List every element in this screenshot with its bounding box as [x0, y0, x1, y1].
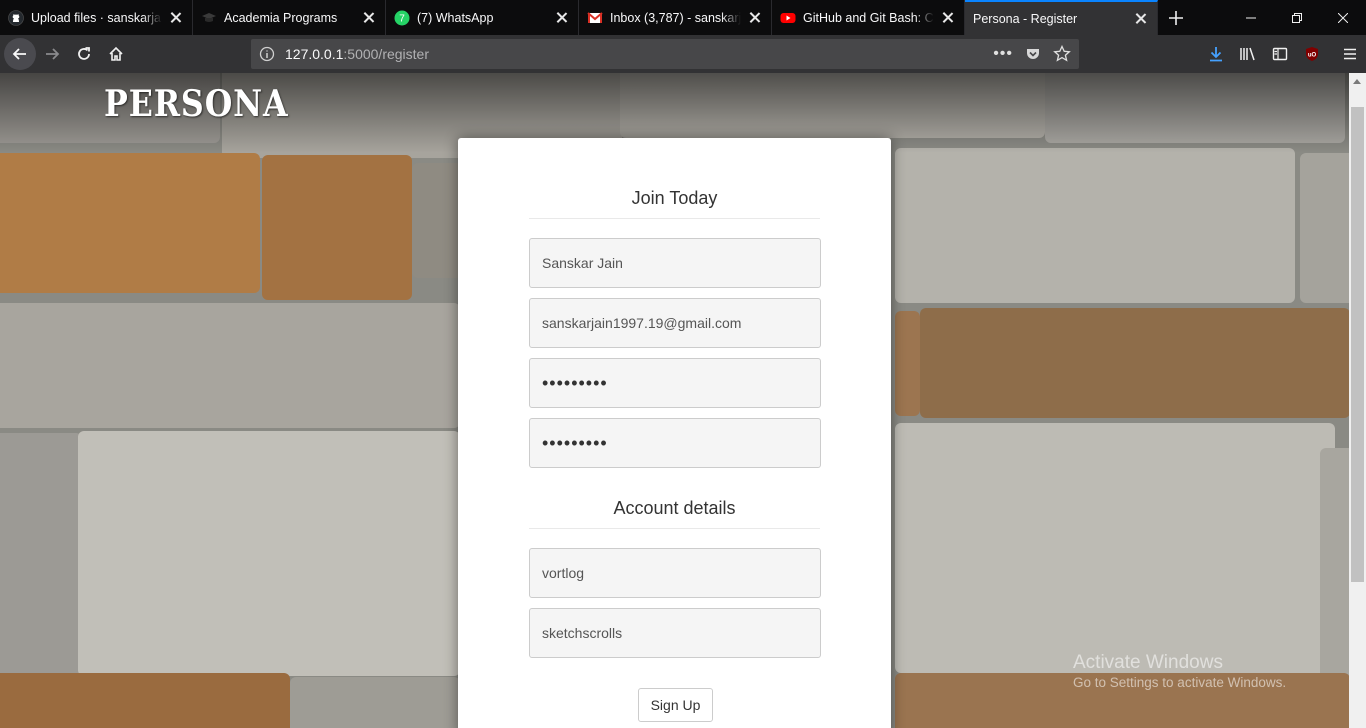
menu-button[interactable]: [1334, 38, 1366, 70]
tab-title: Inbox (3,787) - sanskarjain: [610, 10, 741, 25]
forward-button[interactable]: [36, 38, 68, 70]
bookmark-star-icon[interactable]: [1053, 45, 1071, 63]
tab-title: (7) WhatsApp: [417, 10, 494, 25]
url-host: 127.0.0.1: [285, 46, 344, 62]
info-icon[interactable]: [259, 46, 275, 62]
tab-strip: Upload files · sanskarjain Academia Prog…: [0, 0, 1366, 35]
watermark-line-2: Go to Settings to activate Windows.: [1073, 675, 1287, 690]
url-text[interactable]: 127.0.0.1:5000/register: [285, 46, 993, 62]
reload-button[interactable]: [68, 38, 100, 70]
pocket-icon[interactable]: [1025, 46, 1041, 62]
forward-arrow-icon: [46, 48, 60, 60]
plus-icon: [1169, 10, 1183, 25]
section-title-join: Join Today: [529, 188, 820, 219]
tab-title: Upload files · sanskarjain: [31, 10, 162, 25]
back-arrow-icon: [12, 48, 26, 60]
sidebar-button[interactable]: [1264, 38, 1296, 70]
academia-icon: [201, 10, 217, 26]
scrollbar-thumb[interactable]: [1351, 107, 1364, 582]
email-field[interactable]: sanskarjain1997.19@gmail.com: [529, 298, 821, 348]
site-logo[interactable]: PERSONA: [104, 83, 288, 125]
scroll-up-icon[interactable]: [1353, 79, 1361, 84]
close-icon[interactable]: [1133, 11, 1149, 27]
tab-title: GitHub and Git Bash: Cre: [803, 10, 934, 25]
account-field-1[interactable]: vortlog: [529, 548, 821, 598]
library-icon: [1240, 47, 1255, 61]
window-controls: [1228, 0, 1366, 35]
ublock-button[interactable]: uO: [1296, 38, 1328, 70]
tab-academia[interactable]: Academia Programs: [193, 0, 386, 35]
reload-icon: [78, 47, 90, 60]
back-button[interactable]: [4, 38, 36, 70]
sign-up-button[interactable]: Sign Up: [638, 688, 713, 722]
close-icon[interactable]: [940, 10, 956, 26]
password-field[interactable]: •••••••••: [529, 358, 821, 408]
page-viewport: PERSONA Join Today Sanskar Jain sanskarj…: [0, 73, 1349, 728]
tab-whatsapp[interactable]: 7 (7) WhatsApp: [386, 0, 579, 35]
whatsapp-icon: 7: [394, 10, 410, 26]
download-icon: [1210, 47, 1222, 62]
github-icon: [8, 9, 24, 26]
watermark-line-1: Activate Windows: [1073, 652, 1223, 673]
address-bar[interactable]: 127.0.0.1:5000/register •••: [251, 39, 1079, 69]
close-icon[interactable]: [168, 10, 184, 26]
name-field[interactable]: Sanskar Jain: [529, 238, 821, 288]
register-card: Join Today Sanskar Jain sanskarjain1997.…: [458, 138, 891, 728]
hamburger-menu-icon: [1344, 48, 1356, 60]
tab-youtube[interactable]: GitHub and Git Bash: Cre: [772, 0, 965, 35]
svg-text:uO: uO: [1308, 53, 1317, 59]
navigation-toolbar: 127.0.0.1:5000/register ••• uO: [0, 35, 1366, 73]
tab-gmail[interactable]: Inbox (3,787) - sanskarjain: [579, 0, 772, 35]
tab-title: Academia Programs: [224, 10, 338, 25]
library-button[interactable]: [1232, 38, 1264, 70]
windows-activation-watermark: Activate Windows Go to Settings to activ…: [1073, 652, 1286, 690]
svg-text:7: 7: [399, 13, 405, 24]
close-icon[interactable]: [361, 10, 377, 26]
vertical-scrollbar[interactable]: [1349, 73, 1366, 728]
new-tab-button[interactable]: [1158, 0, 1194, 35]
gmail-icon: [587, 10, 603, 26]
sidebar-icon: [1272, 47, 1288, 61]
youtube-icon: [780, 10, 796, 26]
close-icon[interactable]: [554, 10, 570, 26]
minimize-button[interactable]: [1228, 0, 1274, 35]
confirm-password-field[interactable]: •••••••••: [529, 418, 821, 468]
page-actions-icon[interactable]: •••: [993, 45, 1013, 63]
ublock-icon: uO: [1306, 47, 1318, 61]
tab-upload-files[interactable]: Upload files · sanskarjain: [0, 0, 193, 35]
tab-persona-register[interactable]: Persona - Register: [965, 0, 1158, 35]
home-button[interactable]: [100, 38, 132, 70]
close-icon[interactable]: [747, 10, 763, 26]
section-title-account: Account details: [529, 498, 820, 529]
home-icon: [109, 46, 123, 61]
restore-button[interactable]: [1274, 0, 1320, 35]
close-window-button[interactable]: [1320, 0, 1366, 35]
tab-title: Persona - Register: [973, 11, 1078, 26]
account-field-2[interactable]: sketchscrolls: [529, 608, 821, 658]
downloads-button[interactable]: [1200, 38, 1232, 70]
url-path: :5000/register: [343, 46, 429, 62]
